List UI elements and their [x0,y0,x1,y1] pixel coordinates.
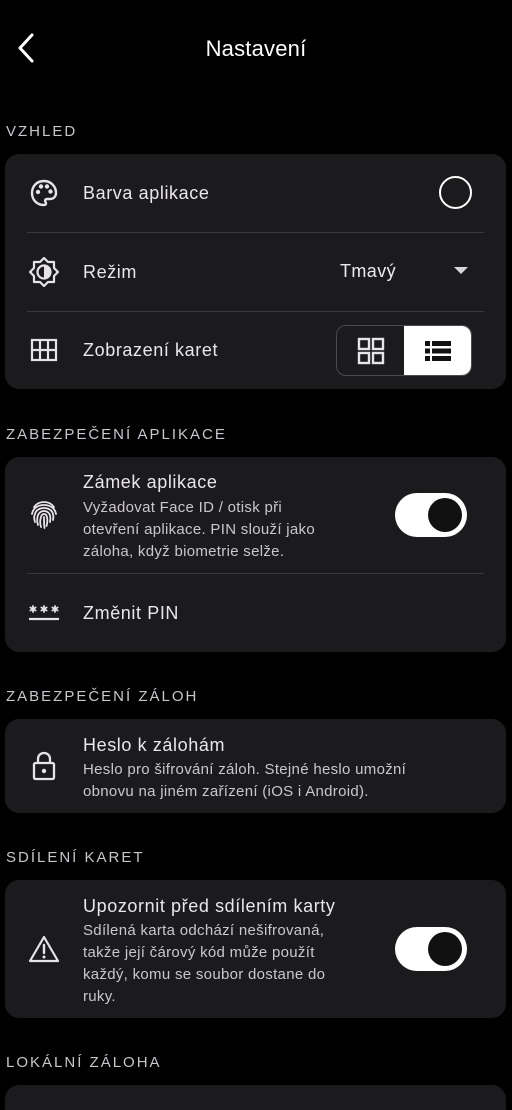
brightness-icon [27,255,61,289]
share-warning-description-line: takže její čárový kód může použít [83,944,315,961]
appearance-card: Barva aplikace Režim Tmavý Zobrazení kar… [5,154,506,389]
share-warning-description-line: každý, komu se soubor dostane do [83,966,326,983]
backup-password-label: Heslo k zálohám [83,735,226,755]
page-title: Nastavení [205,36,307,61]
chevron-down-icon [454,267,468,274]
grid-view-button[interactable] [337,326,404,375]
section-title-appearance: VZHLED [6,123,78,140]
card-sharing-card: Upozornit před sdílením karty Sdílená ka… [5,880,506,1018]
header: Nastavení [0,0,512,100]
share-warning-row: Upozornit před sdílením karty Sdílená ka… [5,880,506,1018]
backup-password-description-line: obnovu na jiném zařízení (iOS i Android)… [83,783,369,800]
grid-view-icon [357,337,384,364]
app-lock-description-line: Vyžadovat Face ID / otisk při [83,499,283,516]
lock-icon [27,749,61,783]
section-title-app-security: ZABEZPEČENÍ APLIKACE [6,426,227,443]
app-lock-description-line: záloha, když biometrie selže. [83,543,285,560]
app-color-label: Barva aplikace [83,183,210,203]
backup-password-description-line: Heslo pro šifrování záloh. Stejné heslo … [83,761,407,778]
section-title-local-backup: LOKÁLNÍ ZÁLOHA [6,1054,162,1071]
app-lock-description: Vyžadovat Face ID / otisk při otevření a… [83,497,403,563]
app-color-swatch[interactable] [439,176,472,209]
card-view-label: Zobrazení karet [83,340,219,360]
app-lock-description-line: otevření aplikace. PIN slouží jako [83,521,315,538]
mode-row[interactable]: Režim Tmavý [5,233,506,311]
warning-icon [27,932,61,966]
section-title-card-sharing: SDÍLENÍ KARET [6,849,145,866]
card-view-segmented [336,325,472,376]
change-pin-label: Změnit PIN [83,603,180,623]
share-warning-description-line: Sdílená karta odchází nešifrovaná, [83,922,325,939]
section-title-backup-security: ZABEZPEČENÍ ZÁLOH [6,688,199,705]
grid-icon [27,333,61,367]
local-backup-card [5,1085,506,1110]
share-warning-label: Upozornit před sdílením karty [83,896,336,916]
card-view-row: Zobrazení karet [5,312,506,389]
mode-label: Režim [83,262,138,282]
mode-value: Tmavý [340,261,396,281]
app-security-card: Zámek aplikace Vyžadovat Face ID / otisk… [5,457,506,652]
list-view-icon [424,340,451,361]
fingerprint-icon [27,498,61,532]
change-pin-row[interactable]: Změnit PIN [5,574,506,652]
share-warning-description-line: ruky. [83,988,116,1005]
app-lock-toggle[interactable] [395,493,467,537]
backup-password-row[interactable]: Heslo k zálohám Heslo pro šifrování zálo… [5,719,506,813]
backup-security-card: Heslo k zálohám Heslo pro šifrování zálo… [5,719,506,813]
app-lock-label: Zámek aplikace [83,472,218,492]
password-icon [27,596,61,630]
backup-password-description: Heslo pro šifrování záloh. Stejné heslo … [83,759,483,803]
share-warning-toggle[interactable] [395,927,467,971]
share-warning-description: Sdílená karta odchází nešifrovaná, takže… [83,920,403,1008]
palette-icon [27,176,61,210]
list-view-button[interactable] [404,326,471,375]
mode-dropdown[interactable]: Tmavý [328,255,468,289]
settings-screen: Nastavení VZHLED Barva aplikace Režim Tm… [0,0,512,1110]
toggle-knob [428,498,462,532]
app-lock-row: Zámek aplikace Vyžadovat Face ID / otisk… [5,457,506,573]
toggle-knob [428,932,462,966]
app-color-row[interactable]: Barva aplikace [5,154,506,232]
